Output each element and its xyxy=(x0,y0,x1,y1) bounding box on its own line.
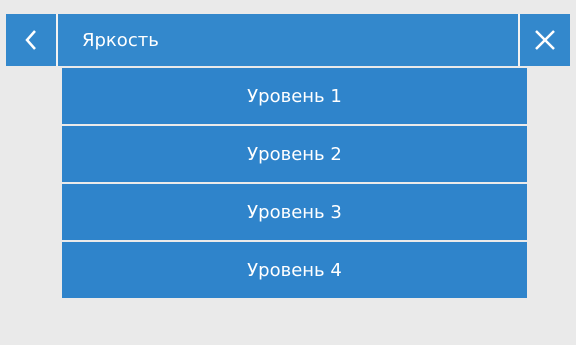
screen: Яркость Уровень 1 Уровень 2 Уровень 3 Ур… xyxy=(0,0,576,345)
level-3-label: Уровень 3 xyxy=(247,201,342,223)
back-button[interactable] xyxy=(6,14,56,66)
level-4-button[interactable]: Уровень 4 xyxy=(62,242,527,298)
level-1-button[interactable]: Уровень 1 xyxy=(62,68,527,124)
chevron-left-icon xyxy=(25,30,36,50)
title-area: Яркость xyxy=(56,14,520,66)
page-title: Яркость xyxy=(82,29,159,51)
close-button[interactable] xyxy=(520,14,570,66)
level-3-button[interactable]: Уровень 3 xyxy=(62,184,527,240)
level-4-label: Уровень 4 xyxy=(247,259,342,281)
header-bar: Яркость xyxy=(6,14,570,66)
level-2-button[interactable]: Уровень 2 xyxy=(62,126,527,182)
level-1-label: Уровень 1 xyxy=(247,85,342,107)
brightness-level-list: Уровень 1 Уровень 2 Уровень 3 Уровень 4 xyxy=(62,68,527,298)
level-2-label: Уровень 2 xyxy=(247,143,342,165)
close-icon xyxy=(535,30,555,50)
